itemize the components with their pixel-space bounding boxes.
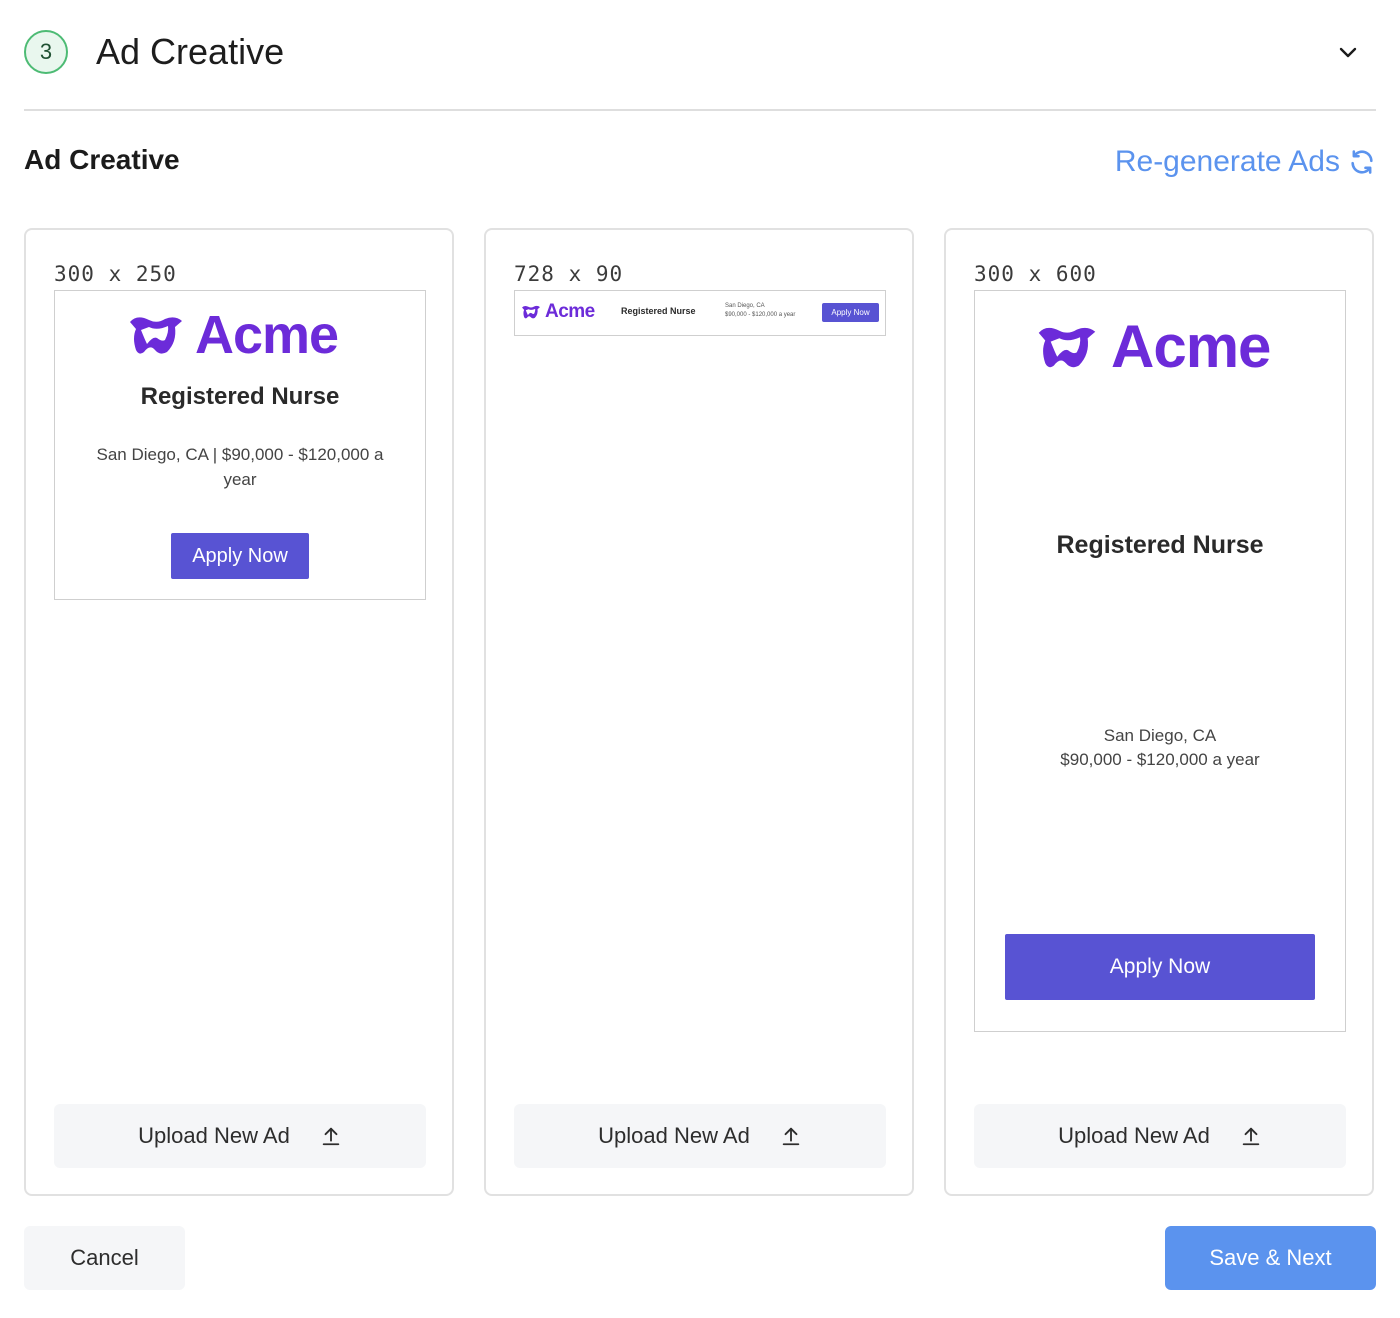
acme-logo-icon [522, 305, 540, 319]
step-header[interactable]: 3 Ad Creative [24, 28, 1376, 78]
acme-logo-icon [1038, 327, 1096, 368]
acme-wordmark: Acme [545, 301, 595, 322]
acme-logo: Acme [127, 305, 339, 365]
apply-now-label: Apply Now [192, 544, 288, 567]
ad-job-title: Registered Nurse [1056, 531, 1264, 559]
ad-preview-300x250: Acme Registered Nurse San Diego, CA | $9… [54, 290, 426, 600]
acme-logo: Acme [521, 301, 595, 323]
ad-job-title: Registered Nurse [140, 383, 340, 410]
acme-logo: Acme [1035, 313, 1271, 381]
apply-now-button[interactable]: Apply Now [171, 533, 309, 579]
ad-card-728x90: 728 x 90 Acme Registered Nurse San Diego… [484, 228, 914, 1196]
section-title: Ad Creative [24, 144, 180, 175]
upload-icon [322, 1127, 340, 1146]
step-title: Ad Creative [96, 31, 285, 72]
apply-now-label: Apply Now [831, 308, 870, 317]
ad-salary: $90,000 - $120,000 a year [725, 312, 796, 318]
save-next-label: Save & Next [1209, 1245, 1332, 1270]
ad-salary: $90,000 - $120,000 a year [1060, 750, 1260, 769]
upload-new-ad-label: Upload New Ad [1058, 1123, 1210, 1148]
upload-new-ad-button[interactable]: Upload New Ad [54, 1104, 426, 1168]
ad-job-title: Registered Nurse [621, 306, 696, 316]
upload-new-ad-button[interactable]: Upload New Ad [514, 1104, 886, 1168]
save-next-button[interactable]: Save & Next [1165, 1226, 1376, 1290]
upload-icon [782, 1127, 800, 1146]
regenerate-ads-button[interactable]: Re-generate Ads [1115, 144, 1376, 180]
ad-size-label: 300 x 600 [974, 262, 1097, 286]
ad-location: San Diego, CA [725, 303, 765, 309]
acme-wordmark: Acme [195, 305, 339, 365]
ad-card-300x250: 300 x 250 Acme Registered Nurse San Dieg… [24, 228, 454, 1196]
upload-new-ad-label: Upload New Ad [598, 1123, 750, 1148]
ad-location-salary-wrap: year [223, 470, 257, 489]
ad-location: San Diego, CA [1103, 726, 1217, 745]
acme-logo-icon [130, 317, 182, 354]
apply-now-button[interactable]: Apply Now [822, 303, 879, 322]
ad-card-300x600: 300 x 600 Acme Registered Nurse San Dieg… [944, 228, 1374, 1196]
ad-preview-300x600: Acme Registered Nurse San Diego, CA $90,… [974, 290, 1346, 1032]
cancel-button[interactable]: Cancel [24, 1226, 185, 1290]
ad-location-salary: San Diego, CA | $90,000 - $120,000 a [96, 445, 384, 464]
ad-preview-728x90: Acme Registered Nurse San Diego, CA $90,… [514, 290, 886, 336]
header-divider [24, 109, 1376, 111]
acme-wordmark: Acme [1111, 313, 1271, 380]
ad-size-label: 300 x 250 [54, 262, 177, 286]
step-number-badge: 3 [24, 30, 68, 74]
cancel-label: Cancel [70, 1245, 139, 1270]
upload-new-ad-label: Upload New Ad [138, 1123, 290, 1148]
apply-now-button[interactable]: Apply Now [1005, 934, 1315, 1000]
upload-icon [1242, 1127, 1260, 1146]
ad-size-label: 728 x 90 [514, 262, 624, 286]
chevron-down-icon[interactable] [1336, 40, 1360, 64]
apply-now-label: Apply Now [1109, 955, 1211, 978]
regenerate-ads-label: Re-generate Ads [1114, 145, 1340, 178]
upload-new-ad-button[interactable]: Upload New Ad [974, 1104, 1346, 1168]
refresh-icon [1351, 150, 1373, 174]
